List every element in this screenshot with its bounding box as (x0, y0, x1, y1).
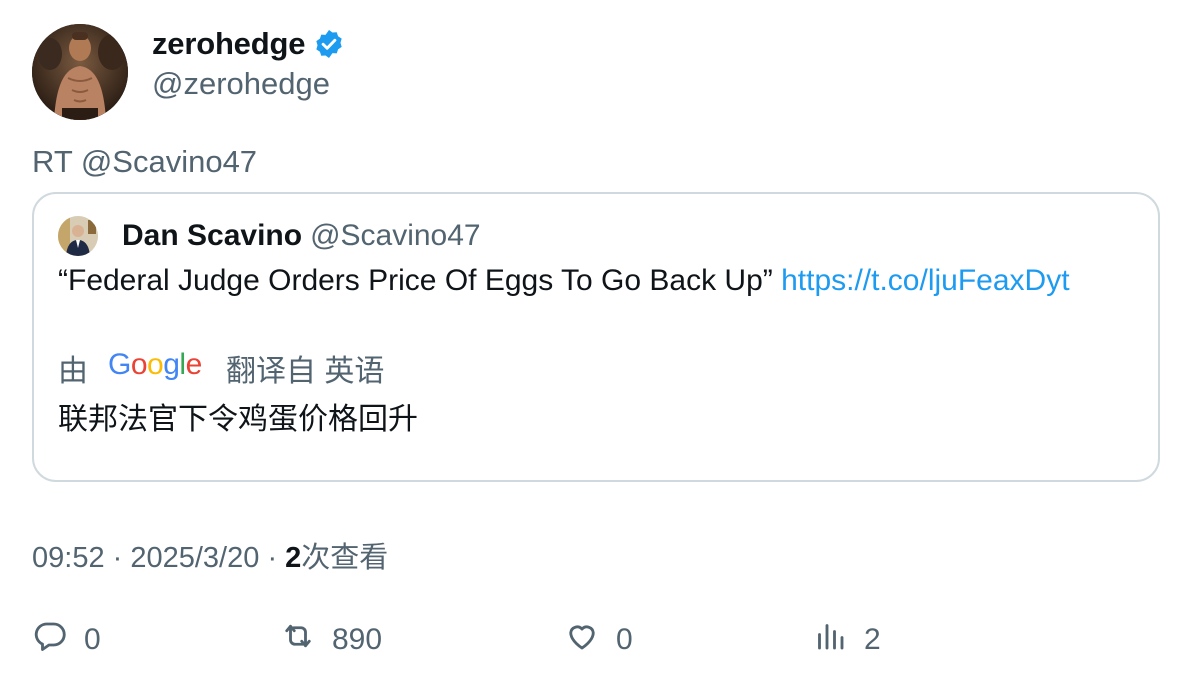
views-button[interactable]: 2 (812, 618, 881, 662)
quoted-author-handle[interactable]: @Scavino47 (310, 219, 481, 253)
like-button[interactable]: 0 (564, 618, 633, 662)
retweet-text: RT @Scavino47 (32, 144, 258, 179)
author-display-name[interactable]: zerohedge (152, 26, 305, 62)
translate-prefix: 由 (58, 355, 88, 388)
author-identity: zerohedge @zerohedge (152, 26, 345, 102)
retweet-icon (280, 618, 316, 662)
reply-count: 0 (84, 623, 101, 656)
translation-attribution: 由 Google 翻译自 英语 (58, 346, 384, 390)
action-bar: 0 890 0 2 (32, 618, 1160, 662)
translate-suffix[interactable]: 翻译自 英语 (226, 346, 384, 390)
tweet-date[interactable]: 2025/3/20 (130, 542, 259, 574)
analytics-icon (812, 618, 848, 662)
views-label: 次查看 (301, 542, 389, 574)
google-letter: o (147, 348, 163, 381)
views-count: 2 (285, 542, 302, 574)
author-name-row: zerohedge (152, 26, 345, 62)
retweet-button[interactable]: 890 (280, 618, 382, 662)
google-letter: o (131, 348, 147, 381)
author-avatar[interactable] (32, 24, 128, 120)
reply-icon (32, 618, 68, 662)
quoted-author-avatar[interactable] (58, 216, 98, 256)
tweet-meta: 09:52 · 2025/3/20 · 2次查看 (32, 534, 388, 576)
translated-text: 联邦法官下令鸡蛋价格回升 (58, 403, 418, 436)
quoted-tweet-body: “Federal Judge Orders Price Of Eggs To G… (58, 264, 773, 297)
quoted-tweet-header: Dan Scavino @Scavino47 (58, 216, 481, 256)
google-logo: Google (108, 347, 206, 389)
google-letter: G (108, 348, 131, 381)
svg-text:Google: Google (108, 348, 202, 381)
quoted-tweet-card[interactable]: Dan Scavino @Scavino47 “Federal Judge Or… (32, 192, 1160, 482)
google-letter: e (186, 348, 202, 381)
heart-icon (564, 618, 600, 662)
reply-button[interactable]: 0 (32, 618, 101, 662)
retweet-count: 890 (332, 623, 383, 656)
verified-badge-icon (313, 28, 345, 60)
views-action-count: 2 (864, 623, 881, 656)
quoted-tweet-text: “Federal Judge Orders Price Of Eggs To G… (58, 264, 1070, 298)
quoted-author-display-name[interactable]: Dan Scavino (122, 219, 302, 253)
google-letter: g (163, 348, 179, 381)
tweet-time[interactable]: 09:52 (32, 542, 105, 574)
author-handle[interactable]: @zerohedge (152, 66, 345, 102)
like-count: 0 (616, 623, 633, 656)
quoted-tweet-link[interactable]: https://t.co/ljuFeaxDyt (781, 264, 1069, 297)
tweet-header: zerohedge @zerohedge (32, 24, 345, 120)
meta-separator: · (112, 542, 131, 574)
meta-separator: · (267, 542, 286, 574)
